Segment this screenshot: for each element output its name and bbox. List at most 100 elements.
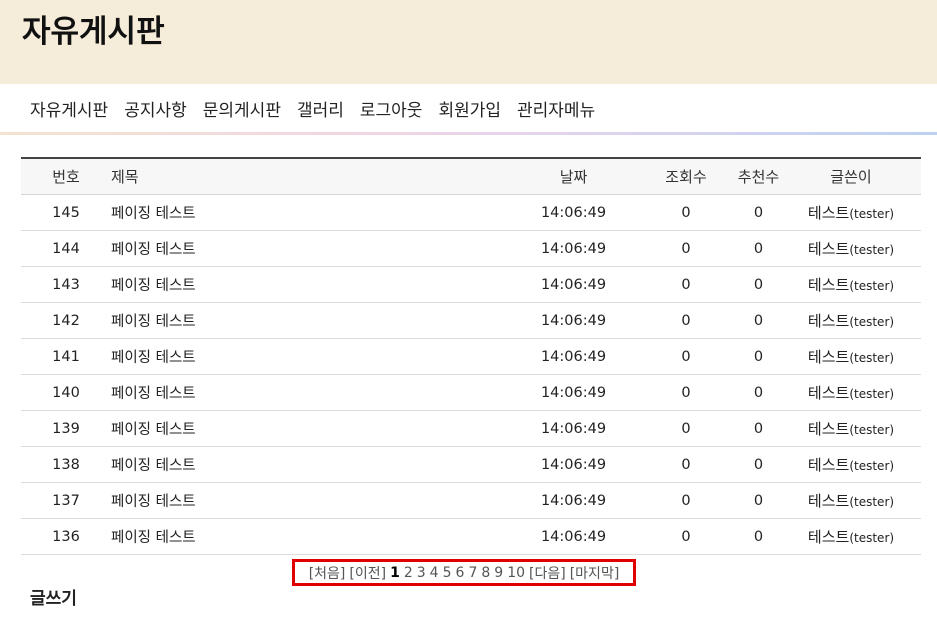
row-title-cell: 페이징 테스트 — [111, 194, 511, 231]
table-row: 139 페이징 테스트 14:06:49 0 0 테스트(tester) — [21, 410, 921, 447]
row-num: 141 — [21, 338, 111, 375]
pager-last-link[interactable]: [마지막] — [570, 563, 620, 583]
row-date: 14:06:49 — [511, 446, 636, 483]
post-title-link[interactable]: 페이징 테스트 — [111, 350, 196, 366]
header-num: 번호 — [21, 157, 111, 195]
table-row: 145 페이징 테스트 14:06:49 0 0 테스트(tester) — [21, 194, 921, 231]
post-title-link[interactable]: 페이징 테스트 — [111, 386, 196, 402]
pager-page-current[interactable]: 1 — [390, 565, 400, 581]
post-title-link[interactable]: 페이징 테스트 — [111, 422, 196, 438]
row-title-cell: 페이징 테스트 — [111, 518, 511, 555]
row-writer: 테스트(tester) — [781, 194, 921, 231]
pager-prev-link[interactable]: [이전] — [349, 563, 386, 583]
row-num: 144 — [21, 230, 111, 267]
table-row: 140 페이징 테스트 14:06:49 0 0 테스트(tester) — [21, 374, 921, 411]
row-writer: 테스트(tester) — [781, 446, 921, 483]
pager-page-link[interactable]: 9 — [494, 565, 503, 581]
header-writer: 글쓴이 — [781, 157, 921, 195]
post-title-link[interactable]: 페이징 테스트 — [111, 242, 196, 258]
nav-item-logout[interactable]: 로그아웃 — [360, 96, 423, 121]
writer-id: (tester) — [849, 387, 895, 401]
post-title-link[interactable]: 페이징 테스트 — [111, 206, 196, 222]
row-num: 137 — [21, 482, 111, 519]
row-title-cell: 페이징 테스트 — [111, 266, 511, 303]
row-num: 143 — [21, 266, 111, 303]
row-recommend: 0 — [736, 230, 781, 267]
row-writer: 테스트(tester) — [781, 302, 921, 339]
writer-id: (tester) — [849, 315, 895, 329]
header-title: 제목 — [111, 157, 511, 195]
nav-item-signup[interactable]: 회원가입 — [438, 96, 501, 121]
post-title-link[interactable]: 페이징 테스트 — [111, 278, 196, 294]
pager-page-link[interactable]: 7 — [468, 565, 477, 581]
post-title-link[interactable]: 페이징 테스트 — [111, 458, 196, 474]
writer-name: 테스트 — [807, 528, 850, 546]
writer-name: 테스트 — [807, 276, 850, 294]
post-title-link[interactable]: 페이징 테스트 — [111, 530, 196, 546]
row-views: 0 — [636, 194, 736, 231]
pager-page-link[interactable]: 8 — [481, 565, 490, 581]
writer-name: 테스트 — [807, 312, 850, 330]
row-title-cell: 페이징 테스트 — [111, 482, 511, 519]
nav-item-free-board[interactable]: 자유게시판 — [30, 96, 108, 121]
nav-item-inquiry-board[interactable]: 문의게시판 — [203, 96, 281, 121]
row-recommend: 0 — [736, 518, 781, 555]
row-num: 145 — [21, 194, 111, 231]
post-title-link[interactable]: 페이징 테스트 — [111, 494, 196, 510]
pager-page-link[interactable]: 5 — [443, 565, 452, 581]
row-date: 14:06:49 — [511, 518, 636, 555]
writer-name: 테스트 — [807, 240, 850, 258]
pager-page-link[interactable]: 2 — [404, 565, 413, 581]
table-row: 136 페이징 테스트 14:06:49 0 0 테스트(tester) — [21, 518, 921, 555]
row-title-cell: 페이징 테스트 — [111, 446, 511, 483]
nav-item-notice[interactable]: 공지사항 — [124, 96, 187, 121]
row-views: 0 — [636, 230, 736, 267]
row-recommend: 0 — [736, 410, 781, 447]
row-recommend: 0 — [736, 194, 781, 231]
write-post-button[interactable]: 글쓰기 — [30, 584, 77, 609]
row-recommend: 0 — [736, 266, 781, 303]
pager-page-link[interactable]: 3 — [417, 565, 426, 581]
table-row: 138 페이징 테스트 14:06:49 0 0 테스트(tester) — [21, 446, 921, 483]
pager-next-link[interactable]: [다음] — [529, 563, 566, 583]
row-num: 138 — [21, 446, 111, 483]
row-views: 0 — [636, 518, 736, 555]
post-title-link[interactable]: 페이징 테스트 — [111, 314, 196, 330]
table-row: 142 페이징 테스트 14:06:49 0 0 테스트(tester) — [21, 302, 921, 339]
pager-page-link[interactable]: 4 — [430, 565, 439, 581]
row-views: 0 — [636, 410, 736, 447]
writer-id: (tester) — [849, 531, 895, 545]
row-num: 136 — [21, 518, 111, 555]
row-date: 14:06:49 — [511, 338, 636, 375]
row-date: 14:06:49 — [511, 302, 636, 339]
board-container: 번호 제목 날짜 조회수 추천수 글쓴이 145 페이징 테스트 14:06:4… — [21, 157, 921, 555]
row-num: 139 — [21, 410, 111, 447]
row-recommend: 0 — [736, 302, 781, 339]
row-date: 14:06:49 — [511, 410, 636, 447]
header-recommend: 추천수 — [736, 157, 781, 195]
row-recommend: 0 — [736, 446, 781, 483]
nav-item-admin-menu[interactable]: 관리자메뉴 — [517, 96, 595, 121]
writer-name: 테스트 — [807, 204, 850, 222]
pager-page-link[interactable]: 10 — [507, 565, 525, 581]
table-row: 144 페이징 테스트 14:06:49 0 0 테스트(tester) — [21, 230, 921, 267]
row-num: 140 — [21, 374, 111, 411]
row-views: 0 — [636, 302, 736, 339]
writer-id: (tester) — [849, 279, 895, 293]
row-writer: 테스트(tester) — [781, 410, 921, 447]
row-views: 0 — [636, 446, 736, 483]
writer-id: (tester) — [849, 459, 895, 473]
nav-item-gallery[interactable]: 갤러리 — [297, 96, 344, 121]
writer-id: (tester) — [849, 243, 895, 257]
board-table-header: 번호 제목 날짜 조회수 추천수 글쓴이 — [21, 157, 921, 195]
pager-first-link[interactable]: [처음] — [309, 563, 346, 583]
row-date: 14:06:49 — [511, 194, 636, 231]
header-views: 조회수 — [636, 157, 736, 195]
row-num: 142 — [21, 302, 111, 339]
nav-divider — [0, 132, 937, 135]
pager-page-link[interactable]: 6 — [456, 565, 465, 581]
row-title-cell: 페이징 테스트 — [111, 230, 511, 267]
writer-id: (tester) — [849, 423, 895, 437]
row-date: 14:06:49 — [511, 230, 636, 267]
row-views: 0 — [636, 338, 736, 375]
